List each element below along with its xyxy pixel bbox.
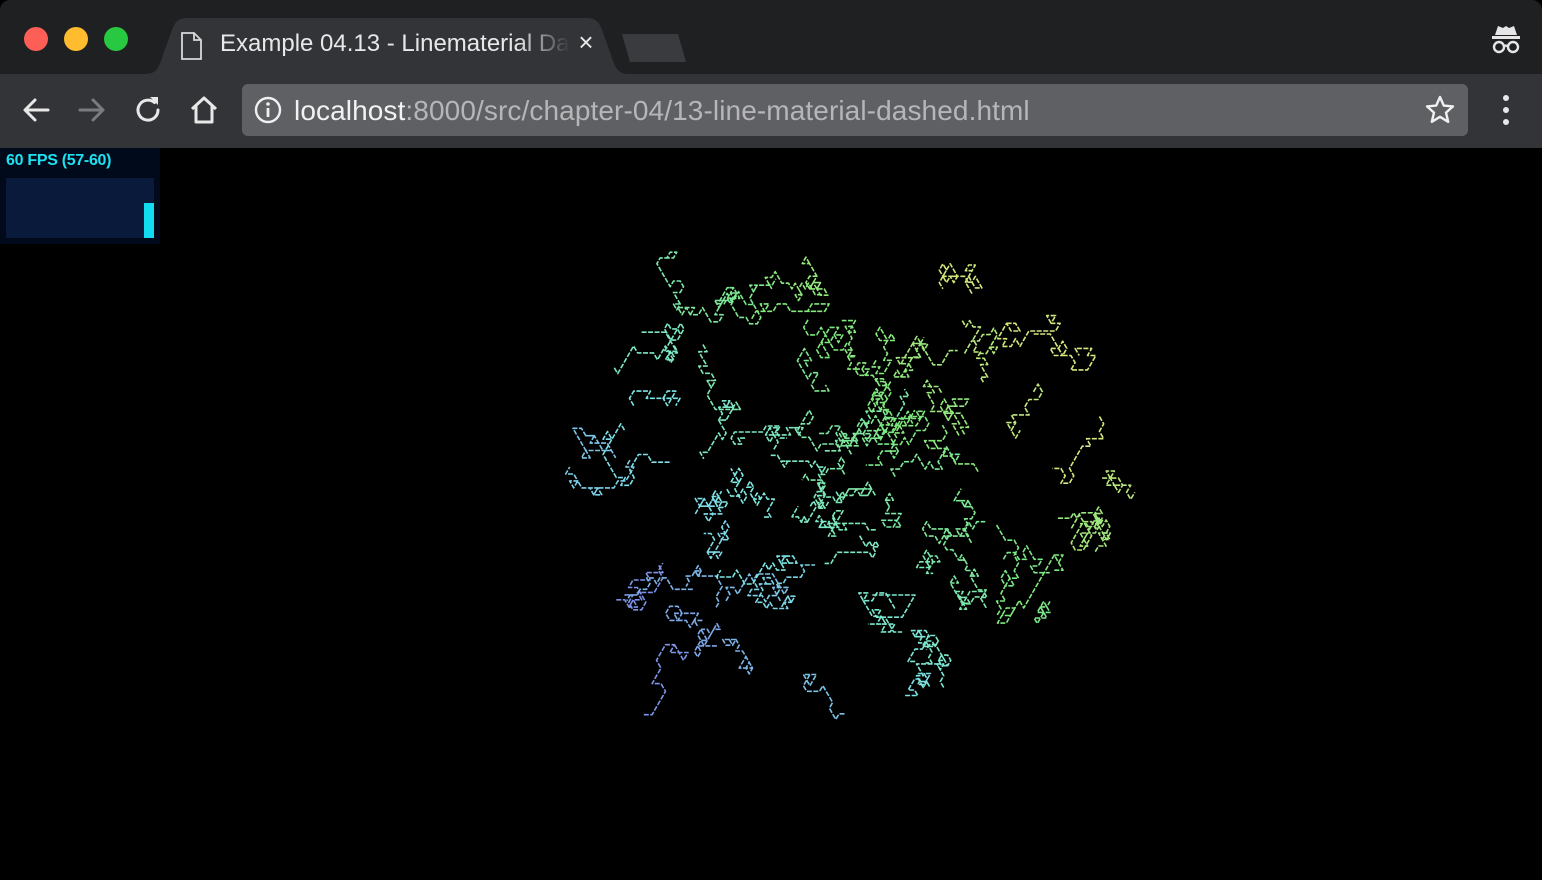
- minimize-window-button[interactable]: [64, 27, 88, 51]
- line-segment: [616, 562, 664, 608]
- line-segment: [921, 634, 940, 664]
- tab-title: Example 04.13 - Linematerial Dashed: [220, 30, 570, 57]
- page-viewport: 60 FPS (57-60): [0, 148, 1542, 880]
- line-segment: [921, 520, 986, 545]
- url-text[interactable]: localhost:8000/src/chapter-04/13-line-ma…: [294, 95, 1030, 127]
- line-segment: [613, 331, 679, 375]
- line-segment: [996, 554, 1064, 624]
- tab-active[interactable]: Example 04.13 - Linematerial Dashed ×: [146, 18, 628, 74]
- line-segment: [824, 535, 880, 565]
- line-segment: [685, 564, 723, 608]
- line-segment: [895, 335, 958, 366]
- line-segment: [816, 482, 830, 510]
- tab-close-button[interactable]: ×: [574, 29, 598, 55]
- line-segment: [841, 319, 857, 357]
- fps-stats-panel[interactable]: 60 FPS (57-60): [0, 148, 160, 244]
- line-segment: [890, 446, 961, 477]
- line-segment: [1102, 470, 1136, 501]
- line-segment: [1002, 545, 1050, 574]
- line-segment: [796, 409, 842, 452]
- new-tab-button[interactable]: [620, 34, 688, 64]
- line-segment: [693, 622, 721, 658]
- info-icon[interactable]: [254, 96, 282, 129]
- line-segment: [791, 500, 818, 523]
- fps-bar: [144, 203, 154, 238]
- line-segment: [964, 264, 983, 295]
- line-segment: [1052, 416, 1105, 485]
- line-segment: [995, 524, 1020, 617]
- line-segment: [643, 643, 689, 716]
- incognito-icon: [1488, 22, 1524, 63]
- zoom-window-button[interactable]: [104, 27, 128, 51]
- line-segment: [656, 251, 685, 311]
- line-segment: [1033, 333, 1097, 371]
- line-segment: [624, 564, 664, 611]
- tab-strip: Example 04.13 - Linematerial Dashed ×: [0, 0, 1542, 74]
- fps-label: 60 FPS (57-60): [6, 152, 112, 169]
- line-segment: [1087, 506, 1111, 553]
- line-segment: [939, 398, 970, 435]
- reload-icon[interactable]: [130, 92, 166, 128]
- home-icon[interactable]: [186, 92, 222, 128]
- line-segment: [963, 327, 999, 355]
- line-segment: [726, 467, 748, 504]
- line-segment: [602, 422, 670, 487]
- line-material-scene[interactable]: [0, 148, 1542, 880]
- line-segment: [923, 424, 979, 473]
- close-window-button[interactable]: [24, 27, 48, 51]
- line-segment: [626, 577, 693, 602]
- line-segment: [697, 344, 742, 411]
- line-segment: [938, 263, 969, 290]
- line-segment: [664, 605, 703, 629]
- arrow-right-icon[interactable]: [74, 92, 110, 128]
- star-icon[interactable]: [1424, 94, 1456, 131]
- address-bar[interactable]: localhost:8000/src/chapter-04/13-line-ma…: [242, 84, 1468, 136]
- line-segment: [1033, 600, 1051, 625]
- url-host: localhost: [294, 95, 406, 126]
- line-segment: [953, 488, 976, 544]
- line-segment: [802, 319, 848, 359]
- line-segment: [796, 347, 830, 392]
- line-segment: [996, 314, 1061, 348]
- url-path: :8000/src/chapter-04/13-line-material-da…: [405, 95, 1030, 126]
- line-segment: [871, 326, 896, 375]
- line-segment: [711, 490, 729, 509]
- line-segment: [677, 292, 733, 323]
- line-segment: [840, 481, 876, 503]
- line-segment: [815, 514, 840, 529]
- browser-window: Example 04.13 - Linematerial Dashed ×: [0, 0, 1542, 880]
- line-segment: [915, 549, 941, 575]
- vertical-dots-icon[interactable]: [1494, 92, 1518, 133]
- line-segment: [564, 459, 635, 496]
- line-segment: [770, 454, 827, 474]
- line-segment: [703, 520, 730, 560]
- line-segment: [846, 355, 892, 389]
- line-segment: [751, 303, 830, 320]
- line-segment: [1006, 383, 1044, 439]
- line-segment: [801, 256, 829, 296]
- line-segment: [721, 638, 754, 675]
- arrow-left-icon[interactable]: [18, 92, 54, 128]
- navigation-toolbar: localhost:8000/src/chapter-04/13-line-ma…: [0, 74, 1542, 149]
- line-segment: [880, 492, 902, 528]
- line-segment: [802, 673, 846, 721]
- line-segment: [905, 672, 932, 697]
- line-segment: [745, 480, 776, 518]
- line-segment: [628, 390, 681, 407]
- fps-graph: [6, 178, 154, 238]
